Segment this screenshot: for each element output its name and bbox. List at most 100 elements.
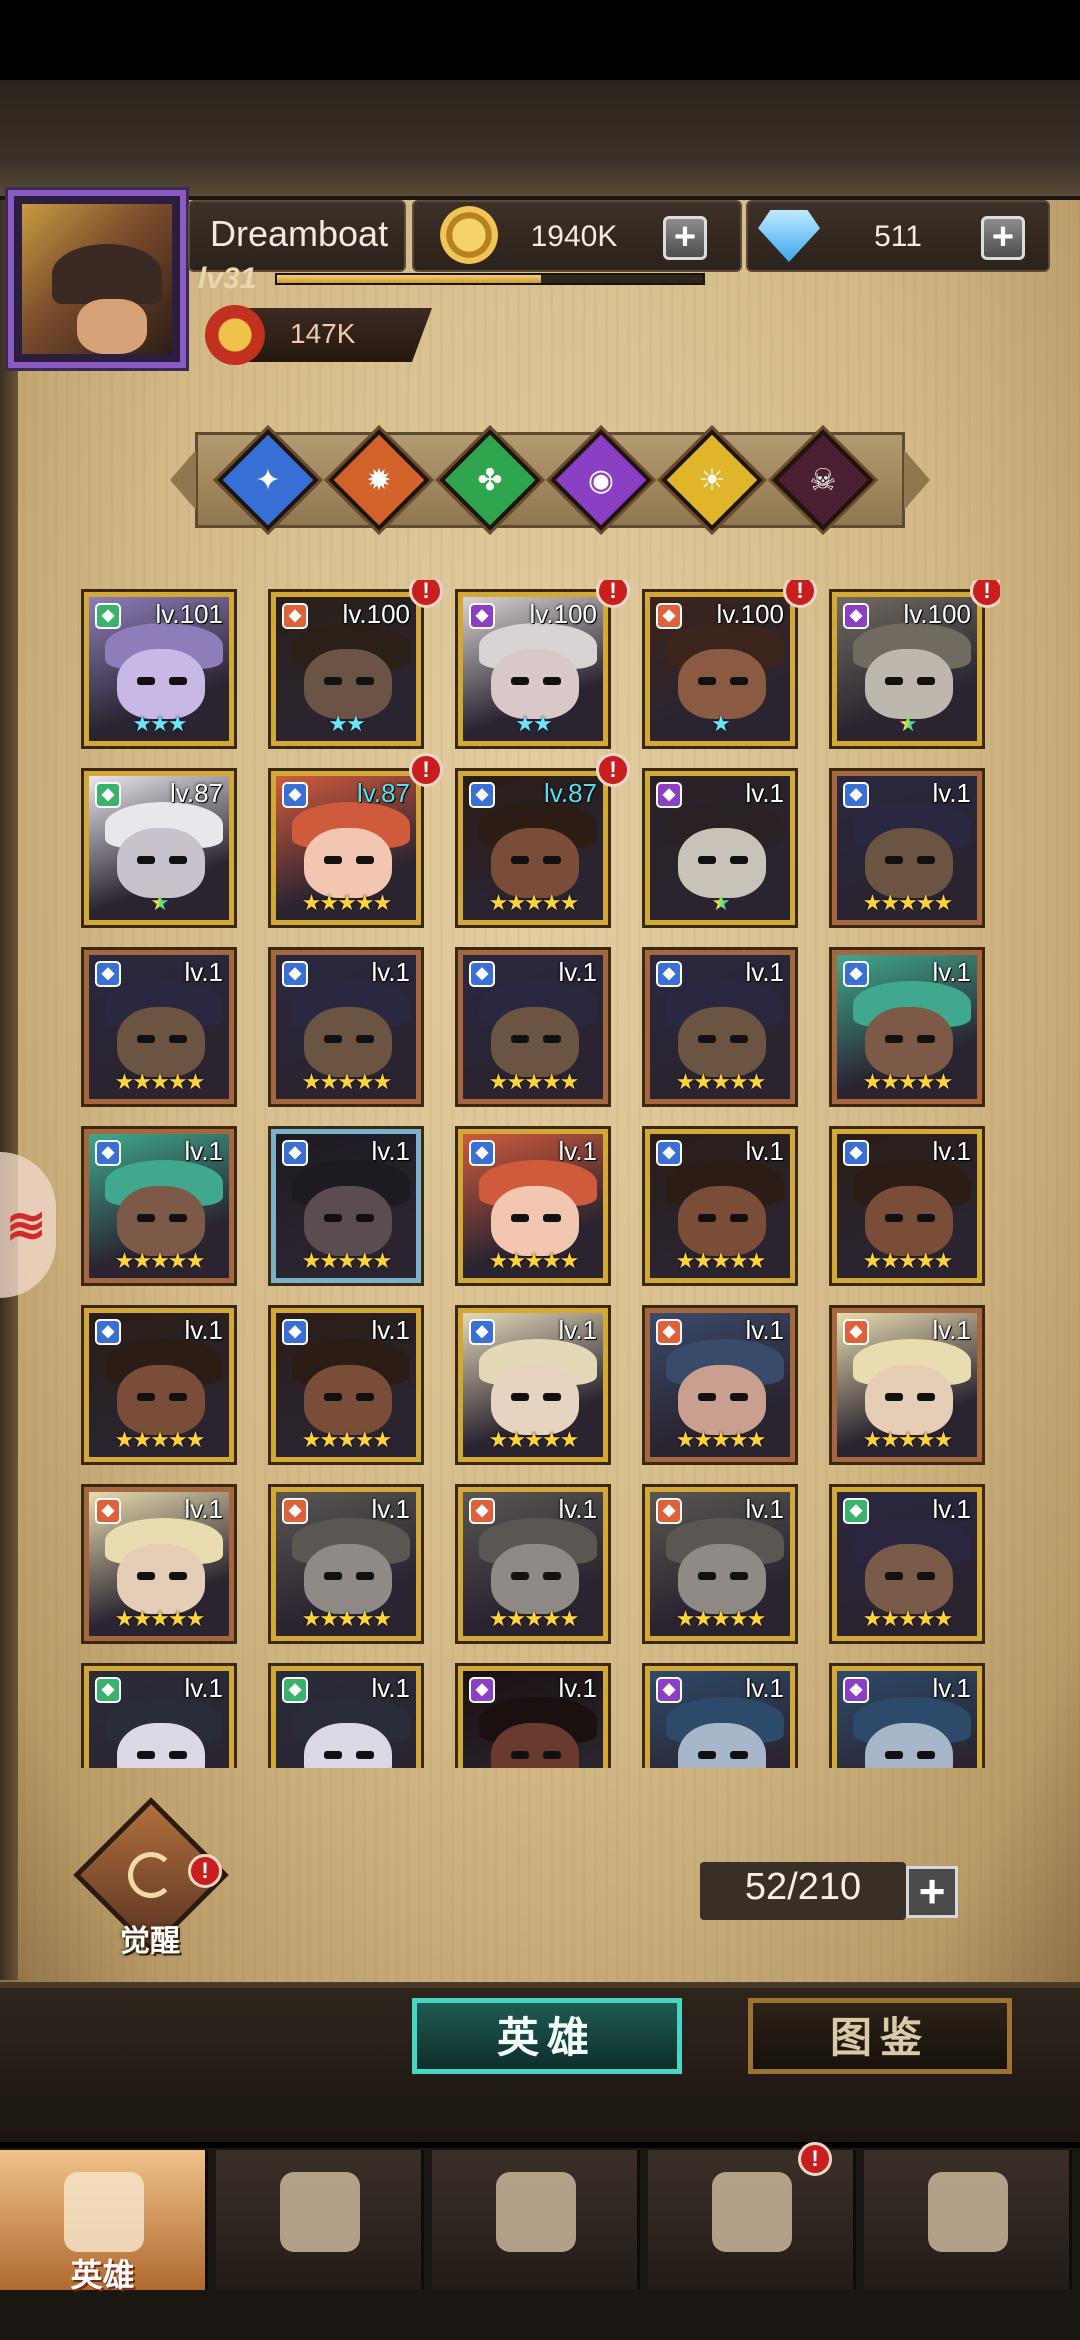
hero-level: lv.1 xyxy=(932,1315,971,1345)
hero-class-icon: ◆ xyxy=(282,603,308,629)
hero-eye xyxy=(730,1035,748,1043)
hero-eye xyxy=(169,856,187,864)
star-icon: ★ xyxy=(898,1069,918,1094)
hero-card[interactable]: ◆ lv.87 ★★★★★ xyxy=(458,771,608,925)
nav-tab-0[interactable]: 英雄 xyxy=(0,2150,208,2293)
hero-card[interactable]: ◆ lv.1 ★★★★★ xyxy=(645,1308,795,1462)
star-icon: ★ xyxy=(346,711,366,736)
star-icon: ★ xyxy=(746,1606,767,1631)
sun-faction-icon: ☀ xyxy=(698,464,726,497)
hero-card[interactable]: ◆ lv.1 xyxy=(458,1666,608,1768)
expand-roster-button[interactable]: + xyxy=(906,1866,958,1918)
hero-card[interactable]: ◆ lv.100 ★ xyxy=(645,592,795,746)
hero-card[interactable]: ◆ lv.1 ★★★★★ xyxy=(271,1487,421,1641)
hero-star-rating: ★★★★★ xyxy=(837,1069,977,1095)
star-icon: ★ xyxy=(150,1427,170,1452)
star-icon: ★ xyxy=(915,890,936,915)
hero-card[interactable]: ◆ lv.1 ★★★★★ xyxy=(271,1308,421,1462)
faction-left-arrow-icon[interactable] xyxy=(170,450,196,510)
hero-card[interactable]: ◆ lv.1 ★★★★★ xyxy=(832,1129,982,1283)
star-icon: ★ xyxy=(862,1606,883,1631)
add-gems-button[interactable]: + xyxy=(981,216,1025,260)
hero-card[interactable]: ◆ lv.1 ★★★★★ xyxy=(84,1308,234,1462)
hero-card[interactable]: ◆ lv.1 ★★★★★ xyxy=(84,950,234,1104)
hero-card[interactable]: ◆ lv.1 ★★★★★ xyxy=(832,771,982,925)
hero-card[interactable]: ◆ lv.1 ★★★★★ xyxy=(458,1129,608,1283)
hero-card[interactable]: ◆ lv.1 ★★★★★ xyxy=(458,1308,608,1462)
star-icon: ★ xyxy=(693,1427,713,1452)
hero-class-icon: ◆ xyxy=(656,603,682,629)
hero-card[interactable]: ◆ lv.87 ★★★★★ xyxy=(271,771,421,925)
hero-card[interactable]: ◆ lv.1 ★★★★★ xyxy=(271,1129,421,1283)
hero-card[interactable]: ◆ lv.1 ★★★★★ xyxy=(832,1487,982,1641)
star-icon: ★ xyxy=(541,1606,562,1631)
star-icon: ★ xyxy=(301,1069,322,1094)
hero-level: lv.1 xyxy=(371,1315,410,1345)
star-icon: ★ xyxy=(372,1069,393,1094)
hero-card[interactable]: ◆ lv.1 ★★★★★ xyxy=(645,1129,795,1283)
hero-class-icon: ◆ xyxy=(843,1498,869,1524)
hero-eye xyxy=(917,1214,935,1222)
hero-class-icon: ◆ xyxy=(282,1677,308,1703)
nav-tab-1[interactable] xyxy=(216,2150,424,2290)
hero-card[interactable]: ◆ lv.1 xyxy=(645,1666,795,1768)
hero-face xyxy=(491,1186,579,1256)
hero-face xyxy=(865,649,953,719)
hero-face xyxy=(117,1544,205,1614)
hero-card[interactable]: ◆ lv.100 ★★ xyxy=(271,592,421,746)
star-icon: ★ xyxy=(862,1248,883,1273)
hero-card[interactable]: ◆ lv.1 ★★★★★ xyxy=(84,1129,234,1283)
castle-icon xyxy=(712,2172,792,2252)
nav-tab-4[interactable] xyxy=(864,2150,1072,2290)
hero-card[interactable]: ◆ lv.100 ★ xyxy=(832,592,982,746)
star-icon: ★ xyxy=(675,1248,696,1273)
crossed-swords-icon xyxy=(496,2172,576,2252)
hero-card[interactable]: ◆ lv.1 ★★★★★ xyxy=(458,1487,608,1641)
hero-face xyxy=(304,649,392,719)
hero-card[interactable]: ◆ lv.1 ★★★★★ xyxy=(645,1487,795,1641)
hero-face xyxy=(491,1365,579,1435)
hero-eye xyxy=(324,1572,342,1580)
hero-card[interactable]: ◆ lv.101 ★★★ xyxy=(84,592,234,746)
hero-card[interactable]: ◆ lv.1 ★★★★★ xyxy=(271,950,421,1104)
hero-eye xyxy=(917,677,935,685)
hero-card[interactable]: ◆ lv.1 ★★★★★ xyxy=(832,950,982,1104)
hero-level: lv.1 xyxy=(745,1494,784,1524)
hero-eye xyxy=(324,1751,342,1759)
tab-heroes[interactable]: 英雄 xyxy=(412,1998,682,2074)
hero-face xyxy=(304,1186,392,1256)
hero-card[interactable]: ◆ lv.1 ★ xyxy=(645,771,795,925)
hero-eye xyxy=(137,856,155,864)
hero-eye xyxy=(511,1035,529,1043)
faction-right-arrow-icon[interactable] xyxy=(904,450,930,510)
star-icon: ★ xyxy=(541,1427,562,1452)
add-gold-button[interactable]: + xyxy=(663,216,707,260)
hero-star-rating: ★★★★★ xyxy=(650,1069,790,1095)
star-icon: ★ xyxy=(880,1606,900,1631)
hero-eye xyxy=(885,1214,903,1222)
hero-card[interactable]: ◆ lv.100 ★★ xyxy=(458,592,608,746)
hero-eye xyxy=(917,1751,935,1759)
hero-card[interactable]: ◆ lv.1 xyxy=(832,1666,982,1768)
hero-eye xyxy=(324,1035,342,1043)
nav-tab-2[interactable] xyxy=(432,2150,640,2290)
player-avatar[interactable] xyxy=(5,187,189,371)
star-icon: ★ xyxy=(915,1606,936,1631)
hero-card[interactable]: ◆ lv.1 ★★★★★ xyxy=(84,1487,234,1641)
star-icon: ★ xyxy=(898,711,918,736)
hero-face xyxy=(491,1544,579,1614)
hero-card[interactable]: ◆ lv.1 ★★★★★ xyxy=(645,950,795,1104)
hero-card[interactable]: ◆ lv.1 xyxy=(84,1666,234,1768)
star-icon: ★ xyxy=(488,1606,509,1631)
hero-card[interactable]: ◆ lv.87 ★ xyxy=(84,771,234,925)
hero-card[interactable]: ◆ lv.1 ★★★★★ xyxy=(458,950,608,1104)
star-icon: ★ xyxy=(319,1069,339,1094)
hero-card[interactable]: ◆ lv.1 xyxy=(271,1666,421,1768)
tab-gallery[interactable]: 图鉴 xyxy=(748,1998,1012,2074)
hero-eye xyxy=(885,1035,903,1043)
hero-card[interactable]: ◆ lv.1 ★★★★★ xyxy=(832,1308,982,1462)
hero-level: lv.1 xyxy=(184,957,223,987)
star-icon: ★ xyxy=(506,1427,526,1452)
hero-alert-badge: ! xyxy=(596,753,630,787)
star-icon: ★ xyxy=(354,890,375,915)
